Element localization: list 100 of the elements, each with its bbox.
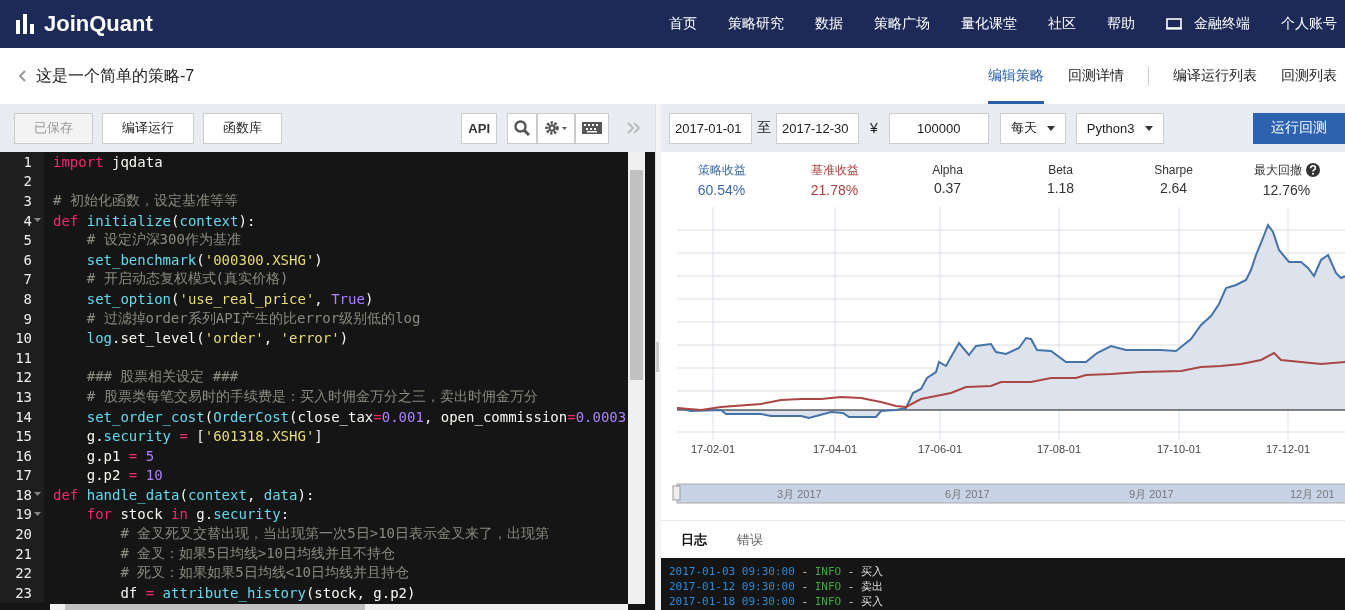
caret-icon bbox=[1144, 125, 1153, 131]
code-line: # 开启动态复权模式(真实价格) bbox=[85, 270, 289, 289]
code-line: # 初始化函数，设定基准等等 bbox=[53, 192, 238, 210]
toolbar-button[interactable]: 编译运行 bbox=[102, 112, 194, 144]
scrollbar[interactable] bbox=[50, 604, 628, 610]
search-button[interactable] bbox=[507, 112, 537, 144]
line-number: 8 bbox=[23, 290, 32, 307]
line-number: 3 bbox=[23, 193, 32, 209]
fold-icon[interactable] bbox=[34, 492, 41, 498]
code-line: g.p1 = 5 bbox=[85, 447, 155, 464]
log-line: 2017-01-03 09:30:00 - INFO - 买入 bbox=[669, 564, 885, 579]
line-number: 23 bbox=[15, 584, 32, 601]
line-number: 16 bbox=[15, 447, 32, 464]
toolbar-button[interactable]: 函数库 bbox=[203, 112, 282, 144]
line-number: 1 bbox=[23, 153, 32, 170]
line-number: 9 bbox=[23, 310, 32, 327]
page-tab[interactable]: 回测列表 bbox=[1281, 48, 1337, 104]
line-number: 5 bbox=[23, 232, 32, 249]
run-backtest-button[interactable]: 运行回测 bbox=[1253, 112, 1345, 144]
line-number: 4 bbox=[23, 212, 32, 229]
code-line: # 股票类每笔交易时的手续费是：买入时佣金万分之三，卖出时佣金万分 bbox=[85, 387, 538, 406]
code-line: g.security = ['601318.XSHG'] bbox=[85, 428, 323, 445]
nav-link[interactable]: 个人账号 bbox=[1281, 15, 1337, 33]
axis-label: 17-04-01 bbox=[813, 443, 857, 455]
stat-label: Beta bbox=[1048, 163, 1073, 177]
code-line: ### 股票相关设定 ### bbox=[85, 368, 239, 387]
nav-link[interactable]: 社区 bbox=[1048, 15, 1076, 33]
line-number: 2 bbox=[23, 173, 32, 190]
code-line: set_option('use_real_price', True) bbox=[85, 290, 374, 307]
end-date-field[interactable]: 2017-12-30 bbox=[776, 112, 859, 144]
line-number: 10 bbox=[15, 330, 32, 347]
line-number: 21 bbox=[15, 545, 32, 562]
currency-symbol: ¥ bbox=[870, 120, 878, 136]
monitor-icon bbox=[1166, 18, 1182, 30]
line-number: 18 bbox=[15, 486, 32, 503]
code-line: log.set_level('order', 'error') bbox=[85, 330, 349, 347]
axis-label: 17-06-01 bbox=[918, 443, 962, 455]
stat-value: 12.76% bbox=[1262, 181, 1311, 198]
keyboard-button[interactable] bbox=[575, 112, 609, 144]
nav-link[interactable]: 帮助 bbox=[1107, 15, 1135, 33]
navigator-label: 6月 2017 bbox=[945, 488, 990, 500]
log-tab[interactable]: 日志 bbox=[681, 530, 707, 549]
page-tab[interactable]: 编译运行列表 bbox=[1173, 48, 1257, 104]
axis-label: 17-12-01 bbox=[1266, 443, 1310, 455]
code-line: # 死叉：如果如果5日均线<10日均线并且持仓 bbox=[119, 564, 409, 583]
gear-icon bbox=[544, 120, 568, 136]
stat-label: 最大回撤 bbox=[1253, 161, 1302, 179]
help-icon[interactable] bbox=[1305, 163, 1320, 177]
log-line: 2017-01-12 09:30:00 - INFO - 卖出 bbox=[669, 579, 885, 594]
fold-icon[interactable] bbox=[34, 512, 41, 517]
scrollbar[interactable] bbox=[628, 152, 645, 604]
nav-link[interactable]: 策略研究 bbox=[728, 15, 784, 33]
line-number: 20 bbox=[15, 526, 32, 543]
stat-label: 基准收益 bbox=[810, 161, 859, 179]
settings-button[interactable] bbox=[537, 112, 575, 144]
nav-link[interactable]: 金融终端 bbox=[1166, 15, 1250, 33]
code-line: import jqdata bbox=[53, 153, 163, 170]
code-line: def initialize(context): bbox=[53, 212, 256, 229]
navigator-label: 12月 201 bbox=[1290, 488, 1335, 500]
axis-label: 17-08-01 bbox=[1037, 443, 1081, 455]
nav-link[interactable]: 策略广场 bbox=[874, 15, 930, 33]
log-tab[interactable]: 错误 bbox=[737, 530, 763, 549]
stat-label: Alpha bbox=[932, 163, 963, 177]
navigator-handle[interactable] bbox=[672, 485, 681, 501]
axis-label: 17-10-01 bbox=[1157, 443, 1201, 455]
language-select[interactable]: Python3 bbox=[1075, 112, 1164, 144]
code-line: # 金叉死叉交替出现，当出现第一次5日>10日表示金叉来了，出现第 bbox=[119, 525, 549, 544]
code-line: g.p2 = 10 bbox=[85, 467, 163, 484]
axis-label: 17-02-01 bbox=[691, 443, 735, 455]
logo-text[interactable]: JoinQuant bbox=[44, 11, 153, 37]
navigator-label: 3月 2017 bbox=[777, 488, 822, 500]
keyboard-icon bbox=[582, 122, 602, 134]
line-number: 19 bbox=[15, 506, 32, 523]
code-line: # 金叉：如果5日均线>10日均线并且不持仓 bbox=[119, 544, 395, 563]
stat-value: 60.54% bbox=[697, 181, 746, 198]
code-line: # 过滤掉order系列API产生的比error级别低的log bbox=[85, 309, 421, 328]
code-line: set_benchmark('000300.XSHG') bbox=[85, 251, 323, 268]
search-icon bbox=[514, 120, 530, 136]
nav-link[interactable]: 数据 bbox=[815, 15, 843, 33]
back-icon[interactable] bbox=[18, 70, 26, 82]
stat-value: 0.37 bbox=[933, 180, 962, 196]
nav-link[interactable]: 量化课堂 bbox=[961, 15, 1017, 33]
stat-label: Sharpe bbox=[1154, 163, 1193, 177]
api-button[interactable]: API bbox=[461, 112, 497, 144]
line-number: 7 bbox=[23, 271, 32, 288]
line-number: 17 bbox=[15, 467, 32, 484]
caret-icon bbox=[1046, 125, 1055, 131]
line-number: 15 bbox=[15, 428, 32, 445]
frequency-select[interactable]: 每天 bbox=[999, 112, 1066, 144]
stat-label: 策略收益 bbox=[697, 161, 746, 179]
page-tab[interactable]: 回测详情 bbox=[1068, 48, 1124, 104]
line-number: 12 bbox=[15, 369, 32, 386]
line-number: 6 bbox=[23, 251, 32, 268]
capital-field[interactable]: 100000 bbox=[888, 112, 989, 144]
fold-icon[interactable] bbox=[34, 218, 41, 224]
line-number: 11 bbox=[15, 349, 32, 366]
log-line: 2017-01-18 09:30:00 - INFO - 买入 bbox=[669, 594, 885, 609]
start-date-field[interactable]: 2017-01-01 bbox=[669, 112, 752, 144]
stat-value: 2.64 bbox=[1159, 180, 1188, 196]
nav-link[interactable]: 首页 bbox=[669, 15, 697, 33]
